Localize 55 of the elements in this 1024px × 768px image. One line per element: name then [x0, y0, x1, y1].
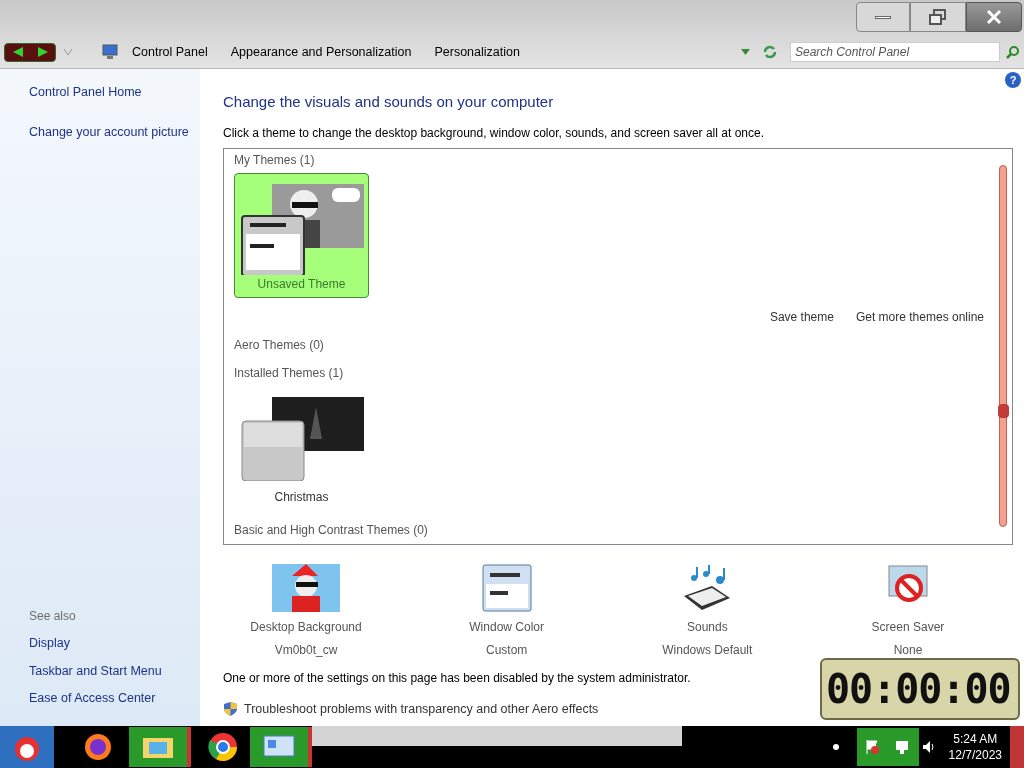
notice-text: One or more of the settings on this page has been disabled by the system administrator.: [223, 669, 692, 687]
sidebar-link[interactable]: Change your account picture: [29, 122, 200, 142]
help-button[interactable]: ?: [1005, 72, 1021, 88]
sidebar-link[interactable]: Control Panel Home: [29, 83, 200, 102]
setting-link[interactable]: Desktop Background: [250, 617, 362, 636]
scrollbar[interactable]: [999, 164, 1007, 527]
theme-group-heading: Aero Themes (0): [234, 336, 325, 354]
setting-value: None: [893, 641, 923, 659]
close-icon: [985, 9, 1003, 25]
see-also-link[interactable]: Taskbar and Start Menu: [29, 661, 200, 681]
explorer-taskbar-icon[interactable]: [129, 727, 191, 767]
notification-area[interactable]: [856, 728, 919, 766]
see-also-link[interactable]: Display: [29, 633, 200, 653]
theme-tile[interactable]: Unsaved Theme: [234, 172, 369, 298]
flag-icon[interactable]: [863, 739, 880, 755]
setting-value: Windows Default: [662, 641, 753, 659]
wallpaper-thumbnail-icon: [272, 563, 340, 612]
see-also-link[interactable]: Ease of Access Center: [29, 689, 200, 708]
theme-link[interactable]: Save theme: [769, 307, 834, 326]
minimize-button[interactable]: [856, 2, 910, 32]
clock-time[interactable]: 5:24 AM: [953, 731, 998, 747]
restore-button[interactable]: [910, 2, 966, 32]
control-panel-taskbar-icon[interactable]: [250, 727, 312, 767]
theme-link[interactable]: Get more themes online: [855, 307, 984, 326]
dropdown-icon[interactable]: [741, 49, 750, 55]
refresh-icon[interactable]: [762, 44, 778, 60]
intro-text: Click a theme to change the desktop background, window color, sounds, and screen saver all at once.: [223, 124, 765, 142]
setting-link[interactable]: Screen Saver: [871, 617, 945, 636]
see-also-heading: See also: [29, 607, 77, 625]
scrollbar-thumb[interactable]: [998, 403, 1009, 418]
troubleshoot-link[interactable]: Troubleshoot problems with transparency and other Aero effects: [244, 699, 599, 719]
breadcrumb-link[interactable]: Control Panel: [132, 42, 208, 62]
page-heading: Change the visuals and sounds on your computer: [223, 92, 555, 112]
search-icon[interactable]: [1006, 45, 1020, 59]
window-icon: [481, 563, 532, 612]
breadcrumb-link[interactable]: Appearance and Personalization: [230, 42, 412, 62]
clock-date[interactable]: 12/7/2023: [948, 747, 1002, 763]
breadcrumb-link[interactable]: Personalization: [434, 42, 520, 62]
theme-group-heading: Basic and High Contrast Themes (0): [234, 521, 429, 539]
setting-link[interactable]: Window Color: [469, 617, 544, 636]
setting-value: Custom: [486, 641, 528, 659]
shield-icon: [223, 700, 238, 717]
start-button[interactable]: [0, 726, 54, 768]
speaker-icon[interactable]: [920, 739, 937, 755]
theme-group-heading: Installed Themes (1): [234, 364, 345, 382]
monitor-icon: [102, 44, 118, 60]
setting-link[interactable]: Sounds: [686, 617, 728, 636]
theme-group-heading: My Themes (1): [234, 151, 316, 169]
search-field[interactable]: Search Control Panel: [790, 42, 1000, 62]
back-forward-buttons[interactable]: [4, 42, 56, 62]
stopwatch-display: 00:00:00: [826, 667, 1011, 711]
close-button[interactable]: [966, 2, 1022, 32]
setting-value: Vm0b0t_cw: [274, 641, 338, 659]
restore-icon: [928, 8, 948, 26]
theme-tile[interactable]: Christmas: [234, 385, 369, 511]
